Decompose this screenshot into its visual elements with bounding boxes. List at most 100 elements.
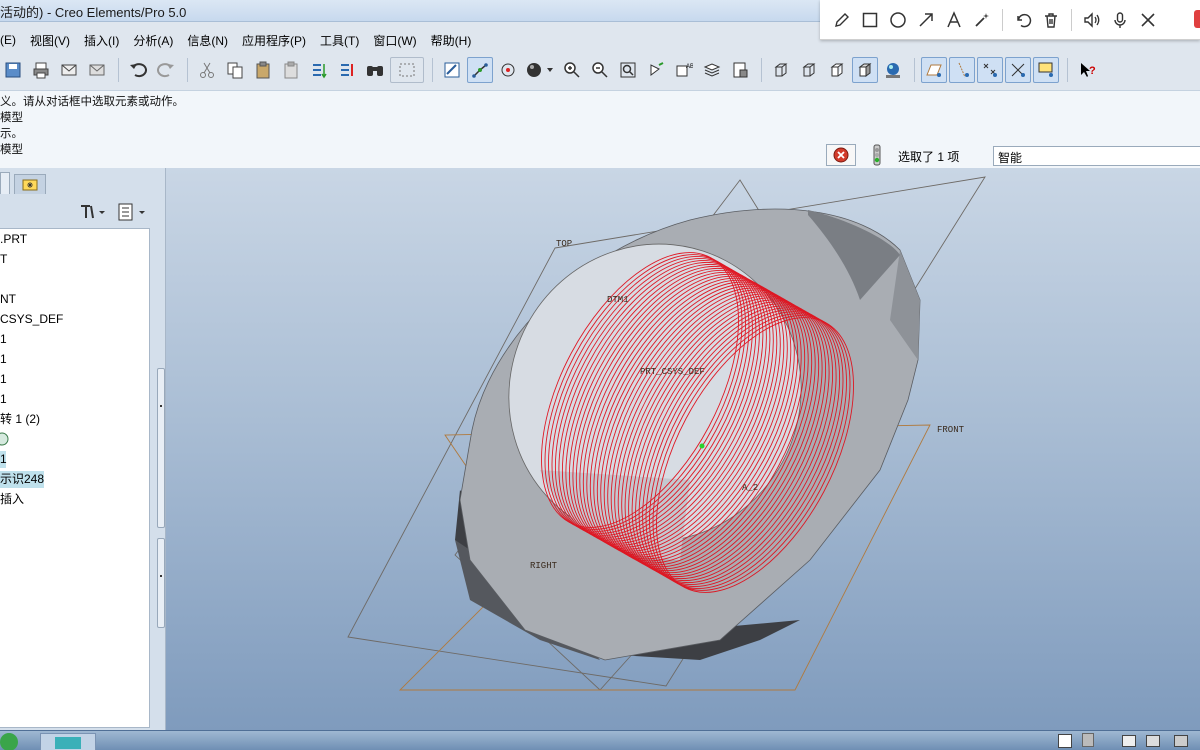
panel-collapse-handle[interactable] xyxy=(157,368,165,528)
menu-info[interactable]: 信息(N) xyxy=(187,32,228,49)
appearance-icon[interactable] xyxy=(523,57,557,83)
annotation-toolbar xyxy=(820,0,1200,40)
menu-tools[interactable]: 工具(T) xyxy=(320,32,359,49)
view-manager-icon[interactable] xyxy=(727,57,753,83)
paste-special-icon[interactable] xyxy=(278,57,304,83)
menu-applications[interactable]: 应用程序(P) xyxy=(242,32,306,49)
undo-button-icon[interactable] xyxy=(125,57,151,83)
tree-item[interactable]: .PRT xyxy=(0,231,27,248)
spin-center-icon[interactable] xyxy=(467,57,493,83)
datum-label-right[interactable]: RIGHT xyxy=(530,561,558,571)
pencil-icon[interactable] xyxy=(828,6,856,34)
paste-icon[interactable] xyxy=(250,57,276,83)
send-link-icon[interactable] xyxy=(84,57,110,83)
layers-icon[interactable] xyxy=(699,57,725,83)
menu-view[interactable]: 视图(V) xyxy=(30,32,70,49)
tree-item[interactable]: 1 xyxy=(0,371,7,388)
tree-item[interactable]: 1 xyxy=(0,351,7,368)
datum-label-axis[interactable]: A_2 xyxy=(742,483,758,493)
datum-points-icon[interactable] xyxy=(977,57,1003,83)
tree-item[interactable]: 1 xyxy=(0,451,7,468)
zoom-out-icon[interactable] xyxy=(587,57,613,83)
tree-show-button[interactable] xyxy=(117,202,149,225)
tray-network-status-icon[interactable] xyxy=(1146,735,1160,747)
wireframe-icon[interactable] xyxy=(768,57,794,83)
print-icon[interactable] xyxy=(28,57,54,83)
copy-icon[interactable] xyxy=(222,57,248,83)
undo-icon[interactable] xyxy=(1009,6,1037,34)
taskbar-app-button[interactable] xyxy=(40,733,96,750)
tree-item[interactable]: 插入 xyxy=(0,491,24,508)
toolbar-separator xyxy=(118,58,119,82)
menu-window[interactable]: 窗口(W) xyxy=(373,32,416,49)
context-help-icon[interactable]: ? xyxy=(1074,57,1100,83)
rectangle-icon[interactable] xyxy=(856,6,884,34)
panel-splitter[interactable] xyxy=(157,538,165,628)
tree-item[interactable]: 转 1 (2) xyxy=(0,411,40,428)
tray-flag-icon[interactable] xyxy=(1058,734,1072,748)
tree-item[interactable]: CSYS_DEF xyxy=(0,311,63,328)
zoom-in-icon[interactable] xyxy=(559,57,585,83)
circle-icon[interactable] xyxy=(884,6,912,34)
tray-volume-icon[interactable] xyxy=(1174,735,1188,747)
csys-origin-marker xyxy=(699,443,705,449)
save-icon[interactable] xyxy=(0,57,26,83)
datum-label-dtm1[interactable]: DTM1 xyxy=(607,295,629,305)
annotations-icon[interactable] xyxy=(1033,57,1059,83)
trash-icon[interactable] xyxy=(1037,6,1065,34)
menu-edit[interactable]: (E) xyxy=(0,33,16,47)
tree-item[interactable]: T xyxy=(0,251,7,268)
tray-battery-icon[interactable] xyxy=(1122,735,1136,747)
selection-filter[interactable]: 智能 xyxy=(993,146,1200,166)
tree-item-selected[interactable]: 示识248 xyxy=(0,471,44,488)
tree-item[interactable]: 1 xyxy=(0,391,7,408)
tree-settings-button[interactable] xyxy=(78,202,108,225)
coordinate-systems-icon[interactable] xyxy=(1005,57,1031,83)
regenerate-manager-icon[interactable] xyxy=(334,57,360,83)
hidden-line-icon[interactable] xyxy=(796,57,822,83)
feature-icon xyxy=(0,432,9,446)
tree-item[interactable]: NT xyxy=(0,291,16,308)
menu-insert[interactable]: 插入(I) xyxy=(84,32,119,49)
speaker-icon[interactable] xyxy=(1078,6,1106,34)
magic-wand-icon[interactable] xyxy=(968,6,996,34)
datum-label-front[interactable]: FRONT xyxy=(937,425,965,435)
graphics-viewport[interactable]: TOP FRONT RIGHT DTM1 PRT_CSYS_DEF A_2 xyxy=(166,168,1200,730)
text-icon[interactable] xyxy=(940,6,968,34)
send-mail-icon[interactable] xyxy=(56,57,82,83)
datum-label-csys[interactable]: PRT_CSYS_DEF xyxy=(640,367,705,377)
shading-icon[interactable] xyxy=(852,57,878,83)
model-graphics[interactable]: TOP FRONT RIGHT DTM1 PRT_CSYS_DEF A_2 xyxy=(166,168,1200,730)
datum-planes-icon[interactable] xyxy=(921,57,947,83)
tab-folder-browser[interactable] xyxy=(14,174,46,194)
orient-mode-icon[interactable] xyxy=(495,57,521,83)
repaint-icon[interactable] xyxy=(439,57,465,83)
recorder-badge[interactable] xyxy=(1194,10,1200,28)
no-hidden-icon[interactable] xyxy=(824,57,850,83)
arrow-icon[interactable] xyxy=(912,6,940,34)
start-button[interactable] xyxy=(0,733,18,750)
close-icon[interactable] xyxy=(1134,6,1162,34)
redo-button-icon[interactable] xyxy=(153,57,179,83)
cut-icon[interactable] xyxy=(194,57,220,83)
annotation-separator xyxy=(1002,8,1003,31)
tree-item-icon[interactable] xyxy=(0,431,10,448)
datum-label-top[interactable]: TOP xyxy=(556,239,572,249)
enhanced-realism-icon[interactable] xyxy=(880,57,906,83)
menu-help[interactable]: 帮助(H) xyxy=(431,32,472,49)
tab-model-tree[interactable] xyxy=(0,172,10,194)
stop-regen-button[interactable] xyxy=(826,144,856,166)
regenerate-icon[interactable] xyxy=(306,57,332,83)
tray-network-icon[interactable] xyxy=(1082,733,1094,747)
refit-icon[interactable] xyxy=(615,57,641,83)
microphone-icon[interactable] xyxy=(1106,6,1134,34)
tree-item[interactable]: 1 xyxy=(0,331,7,348)
message-area: 义。请从对话框中选取元素或动作。 模型 示。 模型 选取了 1 项 智能 xyxy=(0,90,1200,168)
reorient-icon[interactable] xyxy=(643,57,669,83)
toolbar-separator xyxy=(1067,58,1068,82)
menu-analysis[interactable]: 分析(A) xyxy=(133,32,173,49)
saved-views-icon[interactable]: AB xyxy=(671,57,697,83)
find-icon[interactable] xyxy=(362,57,388,83)
select-box-icon[interactable] xyxy=(390,57,424,83)
datum-axes-icon[interactable] xyxy=(949,57,975,83)
